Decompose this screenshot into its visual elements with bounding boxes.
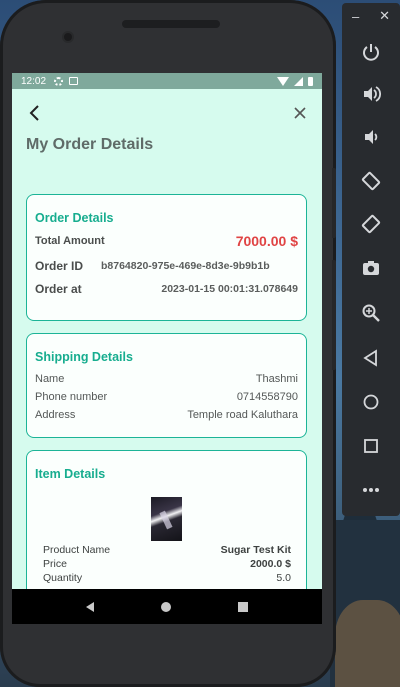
product-name-value: Sugar Test Kit bbox=[220, 544, 291, 556]
product-name-label: Product Name bbox=[43, 544, 111, 556]
wallpaper-rock bbox=[335, 600, 400, 687]
rotate-right-button[interactable] bbox=[356, 209, 386, 239]
item-row: Quantity 5.0 bbox=[43, 573, 291, 584]
close-icon bbox=[294, 107, 306, 119]
screenshot-button[interactable] bbox=[356, 253, 386, 283]
gear-icon bbox=[54, 76, 64, 86]
emu-overview-button[interactable] bbox=[356, 431, 386, 461]
nav-back-icon[interactable] bbox=[85, 601, 94, 612]
back-button[interactable] bbox=[23, 101, 47, 125]
shipping-phone-label: Phone number bbox=[35, 391, 108, 403]
total-amount-value: 7000.00 $ bbox=[235, 233, 298, 249]
quantity-value: 5.0 bbox=[276, 572, 291, 584]
emu-back-button[interactable] bbox=[356, 343, 386, 373]
volume-down-icon bbox=[365, 130, 378, 144]
shipping-phone-value: 0714558790 bbox=[236, 391, 298, 403]
back-icon bbox=[363, 349, 377, 367]
rotate-right-icon bbox=[361, 214, 381, 234]
speaker-grille bbox=[122, 20, 220, 28]
item-row: Product Name Sugar Test Kit bbox=[43, 545, 291, 556]
power-icon bbox=[363, 44, 379, 61]
home-icon bbox=[363, 394, 379, 410]
camera-icon bbox=[363, 261, 379, 275]
order-at-value: 2023-01-15 00:01:31.078649 bbox=[161, 283, 298, 295]
emulator-toolbar: – ✕ bbox=[342, 3, 400, 516]
system-nav-bar bbox=[12, 589, 322, 624]
rotate-left-button[interactable] bbox=[356, 166, 386, 196]
product-image bbox=[151, 497, 182, 541]
order-at-row: Order at 2023-01-15 00:01:31.078649 bbox=[35, 282, 298, 296]
emu-more-button[interactable] bbox=[356, 475, 386, 505]
app-header bbox=[12, 89, 322, 135]
wifi-icon bbox=[277, 76, 289, 86]
item-details-title: Item Details bbox=[35, 467, 106, 481]
close-window-button[interactable]: ✕ bbox=[379, 8, 390, 24]
zoom-button[interactable] bbox=[356, 298, 386, 328]
battery-icon bbox=[308, 76, 313, 86]
order-details-title: Order Details bbox=[35, 211, 114, 225]
status-time: 12:02 bbox=[21, 75, 47, 87]
minimize-button[interactable]: – bbox=[352, 9, 359, 24]
quantity-label: Quantity bbox=[43, 572, 83, 584]
shipping-details-card: Shipping Details Name Thashmi Phone numb… bbox=[26, 333, 307, 438]
emulator-titlebar: – ✕ bbox=[342, 3, 400, 29]
front-camera bbox=[64, 33, 72, 41]
volume-key[interactable] bbox=[332, 260, 336, 370]
shipping-row: Phone number 0714558790 bbox=[35, 391, 298, 403]
order-id-row: Order ID b8764820-975e-469e-8d3e-9b9b1b bbox=[35, 259, 298, 273]
image-icon bbox=[69, 77, 79, 85]
volume-down-button[interactable] bbox=[356, 122, 386, 152]
zoom-icon bbox=[362, 304, 380, 322]
price-value: 2000.0 $ bbox=[250, 558, 291, 570]
power-key[interactable] bbox=[332, 168, 336, 238]
volume-up-icon bbox=[364, 86, 381, 102]
signal-icon bbox=[294, 76, 303, 86]
power-button[interactable] bbox=[356, 37, 386, 67]
price-label: Price bbox=[43, 558, 67, 570]
total-amount-label: Total Amount bbox=[35, 235, 105, 247]
shipping-row: Name Thashmi bbox=[35, 373, 298, 385]
volume-up-button[interactable] bbox=[356, 79, 386, 109]
page-title: My Order Details bbox=[26, 136, 154, 153]
shipping-name-value: Thashmi bbox=[255, 373, 298, 385]
shipping-address-label: Address bbox=[35, 409, 76, 421]
shipping-details-title: Shipping Details bbox=[35, 350, 133, 364]
order-at-label: Order at bbox=[35, 282, 82, 296]
item-row: Price 2000.0 $ bbox=[43, 559, 291, 570]
overview-icon bbox=[364, 439, 378, 453]
more-icon bbox=[363, 488, 379, 492]
close-button[interactable] bbox=[288, 101, 312, 125]
arrow-back-icon bbox=[29, 105, 39, 121]
shipping-address-value: Temple road Kaluthara bbox=[187, 409, 298, 421]
rotate-left-icon bbox=[361, 171, 381, 191]
device-frame: 12:02 My Order Details Order Details Tot… bbox=[0, 0, 336, 687]
order-details-card: Order Details Total Amount 7000.00 $ Ord… bbox=[26, 194, 307, 321]
shipping-name-label: Name bbox=[35, 373, 65, 385]
device-screen: 12:02 My Order Details Order Details Tot… bbox=[12, 73, 322, 624]
order-id-label: Order ID bbox=[35, 259, 84, 273]
emu-home-button[interactable] bbox=[356, 387, 386, 417]
status-bar: 12:02 bbox=[12, 73, 322, 89]
order-id-value: b8764820-975e-469e-8d3e-9b9b1b bbox=[101, 260, 270, 272]
shipping-row: Address Temple road Kaluthara bbox=[35, 409, 298, 421]
nav-recent-icon[interactable] bbox=[238, 601, 249, 612]
total-amount-row: Total Amount 7000.00 $ bbox=[35, 233, 298, 249]
nav-home-icon[interactable] bbox=[160, 601, 171, 612]
